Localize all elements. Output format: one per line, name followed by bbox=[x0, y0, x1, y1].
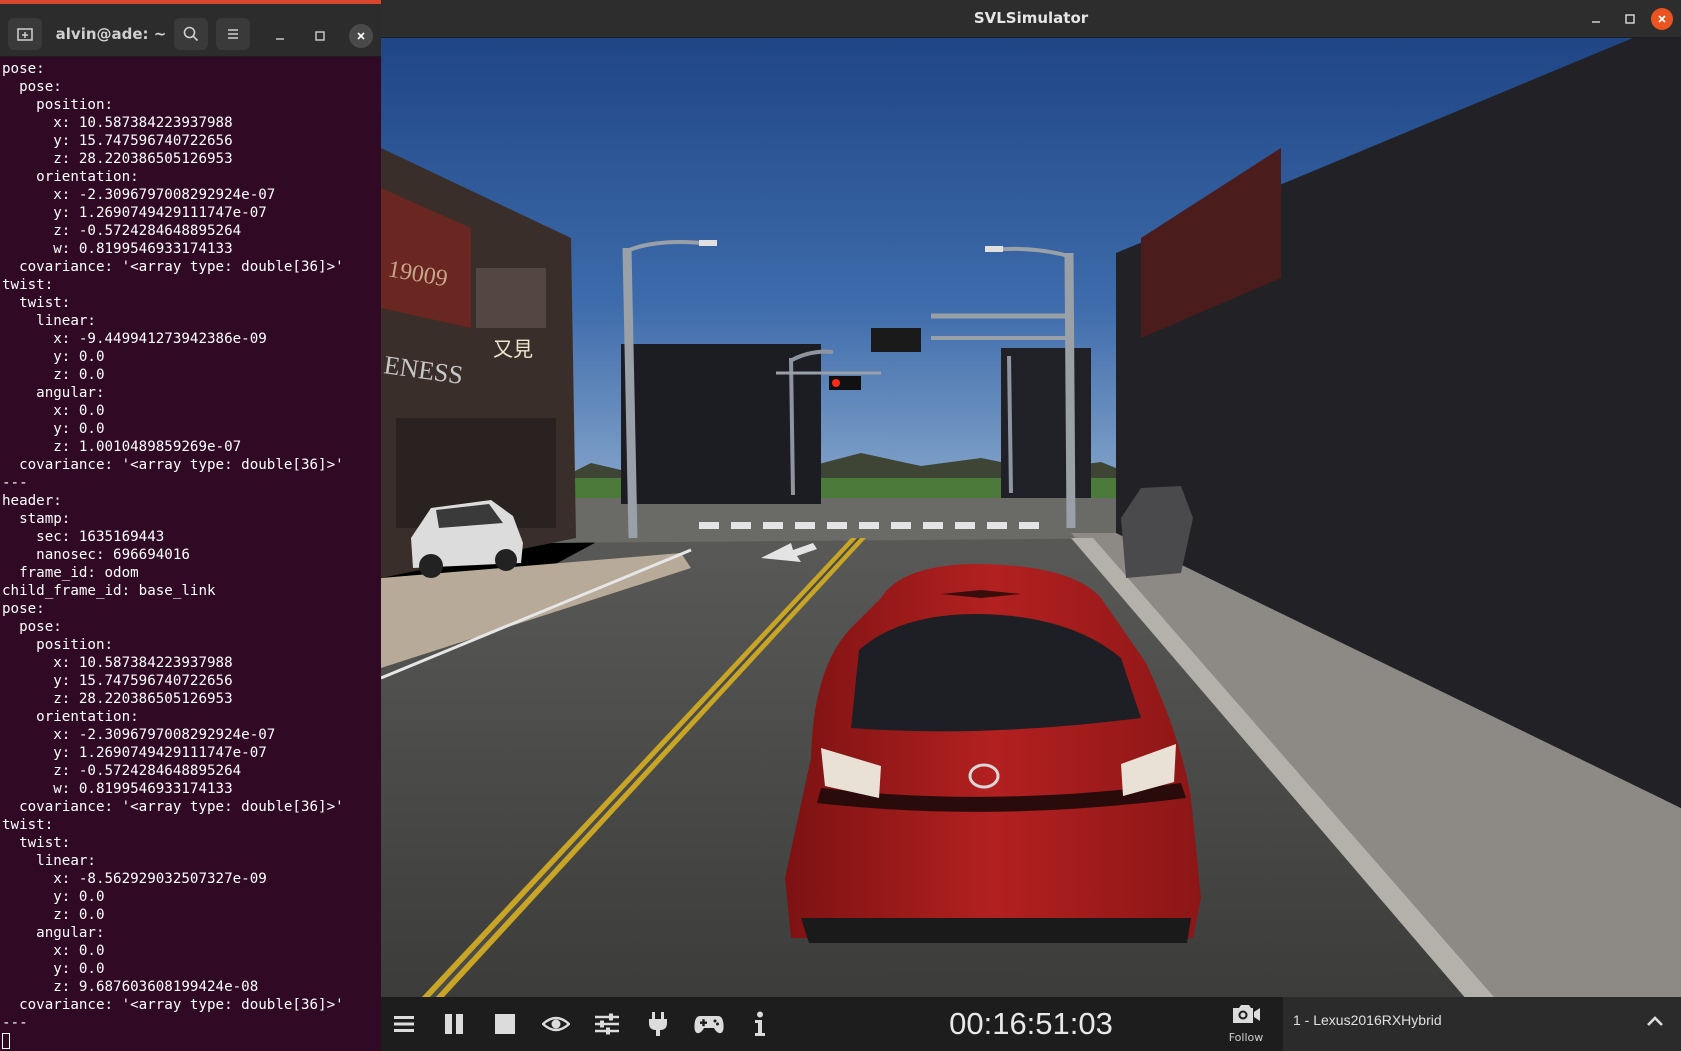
minimize-icon bbox=[1592, 21, 1600, 23]
eye-icon bbox=[542, 1016, 570, 1032]
terminal-output[interactable]: pose: pose: position: x: 10.587384223937… bbox=[2, 60, 380, 1032]
simulator-titlebar: SVLSimulator bbox=[381, 0, 1681, 38]
gamepad-icon bbox=[694, 1016, 724, 1034]
hamburger-menu-icon bbox=[228, 29, 238, 39]
close-icon bbox=[357, 32, 365, 40]
new-tab-button[interactable] bbox=[8, 18, 42, 50]
vehicle-selector[interactable]: 1 - Lexus2016RXHybrid bbox=[1283, 997, 1681, 1051]
hamburger-menu-icon bbox=[394, 1016, 414, 1032]
search-icon bbox=[183, 26, 199, 42]
minimize-icon bbox=[276, 38, 284, 40]
stop-icon bbox=[495, 1014, 515, 1034]
far-building bbox=[1001, 348, 1091, 498]
pause-icon bbox=[445, 1014, 463, 1034]
sliders-icon bbox=[595, 1013, 619, 1035]
pause-button[interactable] bbox=[437, 1007, 471, 1041]
terminal-cursor bbox=[2, 1033, 10, 1049]
vehicle-expand-button[interactable] bbox=[1643, 1009, 1667, 1033]
main-menu-button[interactable] bbox=[387, 1007, 421, 1041]
settings-button[interactable] bbox=[590, 1007, 624, 1041]
maximize-icon bbox=[315, 31, 325, 41]
terminal-title: alvin@ade: ~ bbox=[55, 25, 167, 43]
crosswalk bbox=[699, 522, 1039, 529]
terminal-menu-button[interactable] bbox=[216, 18, 250, 50]
stop-button[interactable] bbox=[488, 1007, 522, 1041]
follow-camera-button[interactable]: Follow bbox=[1213, 1003, 1279, 1049]
terminal-minimize-button[interactable] bbox=[268, 24, 292, 48]
terminal-search-button[interactable] bbox=[174, 18, 208, 50]
terminal-window: alvin@ade: ~ pose: pose: position: x: 10… bbox=[0, 0, 381, 1051]
simulator-toolbar: 00:16:51:03 Follow 1 - Lexus2016RXHybrid bbox=[381, 997, 1681, 1051]
left-building-window bbox=[476, 268, 546, 328]
sim-minimize-button[interactable] bbox=[1585, 8, 1607, 30]
info-button[interactable] bbox=[743, 1007, 777, 1041]
plug-icon bbox=[649, 1012, 667, 1036]
terminal-close-button[interactable] bbox=[349, 24, 373, 48]
terminal-titlebar: alvin@ade: ~ bbox=[0, 4, 381, 57]
follow-label: Follow bbox=[1228, 1031, 1264, 1044]
chevron-up-icon bbox=[1647, 1016, 1663, 1026]
sim-maximize-button[interactable] bbox=[1619, 8, 1641, 30]
close-icon bbox=[1658, 15, 1666, 23]
camera-icon bbox=[1233, 1005, 1260, 1023]
bridge-connect-button[interactable] bbox=[641, 1007, 675, 1041]
simulator-title: SVLSimulator bbox=[973, 9, 1089, 27]
vehicle-name: 1 - Lexus2016RXHybrid bbox=[1293, 1012, 1442, 1028]
maximize-icon bbox=[1625, 14, 1635, 24]
simulation-viewport[interactable]: 19009 ENESS 又見 bbox=[381, 38, 1681, 997]
visibility-button[interactable] bbox=[539, 1007, 573, 1041]
terminal-maximize-button[interactable] bbox=[308, 24, 332, 48]
new-tab-icon bbox=[17, 28, 33, 41]
simulator-window: SVLSimulator 19009 ENESS 又見 00:16:51:03 … bbox=[381, 0, 1681, 1051]
info-icon bbox=[755, 1011, 765, 1036]
controller-button[interactable] bbox=[692, 1007, 726, 1041]
sim-close-button[interactable] bbox=[1651, 8, 1673, 30]
simulation-clock: 00:16:51:03 bbox=[949, 1006, 1113, 1041]
storefront-cjk: 又見 bbox=[493, 337, 533, 361]
